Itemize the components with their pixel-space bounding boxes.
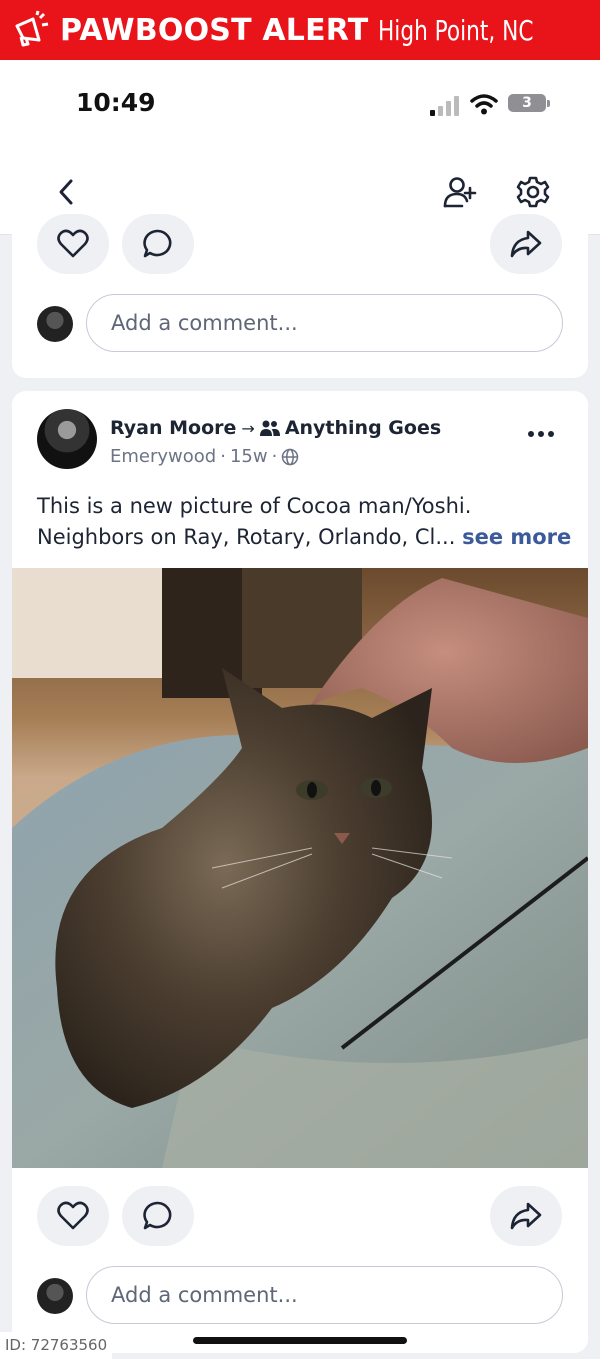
megaphone-icon — [8, 7, 54, 53]
post-body: This is a new picture of Cocoa man/Yoshi… — [37, 491, 577, 553]
my-avatar — [37, 306, 73, 342]
comment-placeholder: Add a comment... — [111, 1283, 298, 1307]
gear-icon — [516, 176, 550, 208]
like-button[interactable] — [37, 1186, 109, 1246]
share-button[interactable] — [490, 1186, 562, 1246]
speech-bubble-icon — [143, 229, 172, 258]
banner-location: High Point, NC — [378, 13, 534, 47]
banner-brand: PAWBOOST ALERT — [60, 12, 369, 48]
post-meta: Emerywood · 15w · — [110, 446, 299, 467]
globe-icon — [282, 448, 299, 465]
share-button[interactable] — [490, 214, 562, 274]
previous-post-card: Add a comment... — [12, 214, 588, 378]
post-photo[interactable] — [12, 568, 588, 1168]
share-arrow-icon — [510, 230, 542, 258]
post-location[interactable]: Emerywood — [110, 446, 216, 467]
heart-icon — [57, 1201, 89, 1230]
more-options-button[interactable] — [528, 431, 554, 437]
watermark-id: ID: 72763560 — [0, 1332, 112, 1359]
battery-cap — [547, 100, 550, 107]
pawboost-alert-banner: PAWBOOST ALERT High Point, NC — [0, 0, 600, 60]
dot — [538, 431, 544, 437]
signal-icon — [430, 96, 459, 116]
settings-button[interactable] — [511, 170, 555, 214]
group-name[interactable]: Anything Goes — [285, 417, 441, 439]
dot — [548, 431, 554, 437]
dot — [528, 431, 534, 437]
chevron-left-icon — [59, 179, 73, 205]
post-card: Ryan Moore → Anything Goes Emerywood · 1… — [12, 391, 588, 1353]
speech-bubble-icon — [143, 1201, 172, 1230]
see-more-link[interactable]: see more — [462, 525, 571, 549]
comment-button[interactable] — [122, 1186, 194, 1246]
add-friend-button[interactable] — [438, 170, 482, 214]
my-avatar — [37, 1278, 73, 1314]
author-name[interactable]: Ryan Moore — [110, 417, 236, 439]
share-arrow-icon — [510, 1202, 542, 1230]
comment-input[interactable]: Add a comment... — [86, 1266, 563, 1324]
post-header: Ryan Moore → Anything Goes — [110, 417, 441, 439]
group-people-icon — [259, 420, 280, 436]
meta-separator: · — [220, 446, 226, 467]
post-text: This is a new picture of Cocoa man/Yoshi… — [37, 494, 472, 549]
heart-icon — [57, 229, 89, 258]
author-avatar[interactable] — [37, 409, 97, 469]
status-bar: 10:49 3 — [0, 60, 600, 150]
post-age: 15w — [229, 446, 268, 467]
clock: 10:49 — [76, 88, 156, 117]
add-person-icon — [443, 177, 477, 208]
meta-separator: · — [271, 446, 278, 467]
battery-indicator: 3 — [508, 94, 546, 112]
wifi-icon — [470, 94, 498, 115]
comment-input[interactable]: Add a comment... — [86, 294, 563, 352]
like-button[interactable] — [37, 214, 109, 274]
comment-placeholder: Add a comment... — [111, 311, 298, 335]
cat-photo — [12, 568, 588, 1168]
comment-button[interactable] — [122, 214, 194, 274]
home-indicator[interactable] — [193, 1337, 407, 1344]
back-button[interactable] — [45, 170, 89, 214]
arrow-icon: → — [241, 418, 255, 438]
